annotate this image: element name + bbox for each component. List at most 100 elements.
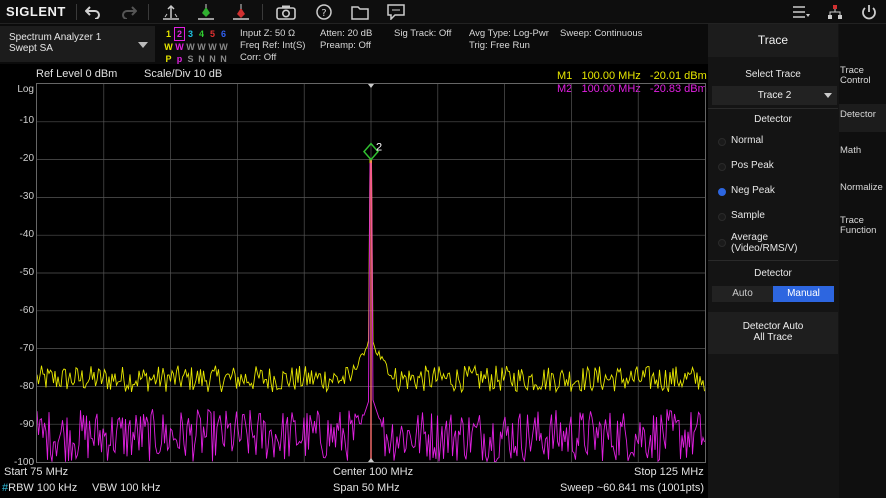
side-tabs: Trace Control Detector Math Normalize Tr… [839,24,886,498]
menu-icon[interactable] [790,2,812,22]
sweep-settings[interactable]: Sweep: Continuous [560,28,642,40]
trace-detector-1: P [165,54,172,64]
toolbar-separator [76,4,77,20]
tab-math[interactable]: Math [839,146,886,156]
input-impedance: Input Z: 50 Ω [240,28,296,39]
mode-subname: Swept SA [9,43,53,54]
y-tick-label: -20 [19,153,34,164]
center-freq[interactable]: Center 100 MHz [333,466,413,478]
detector-pos-peak[interactable]: Pos Peak [708,157,838,179]
button-line1: Detector Auto [742,321,804,332]
trace-type-2: W [175,42,184,52]
panel-title: Trace [708,24,838,57]
mode-selector[interactable]: Spectrum Analyzer 1 Swept SA [0,26,155,62]
trace-type-5: W [208,42,217,52]
atten-settings[interactable]: Atten: 20 dB Preamp: Off [320,28,372,52]
y-tick-label: -50 [19,267,34,278]
spectrum-svg: 2 [37,84,705,462]
chevron-down-icon [824,93,832,98]
trace-number-row: 123456 [163,27,229,41]
center-bottom-indicator [368,458,374,462]
trace-type-4: W [197,42,206,52]
trace-number-5: 5 [209,29,215,39]
attenuation: Atten: 20 dB [320,28,373,39]
toolbar: SIGLENT ? [0,0,886,24]
y-tick-label: -60 [19,305,34,316]
divider [708,260,838,261]
trace-detector-3: S [187,54,194,64]
detector-sample[interactable]: Sample [708,207,838,229]
spectrum-display[interactable]: 2 [36,83,706,463]
radio-icon [718,213,726,221]
marker-icon[interactable] [195,2,217,22]
sig-track-settings[interactable]: Sig Track: Off [394,28,451,40]
toolbar-separator [148,4,149,20]
detector-normal[interactable]: Normal [708,132,838,154]
span[interactable]: Span 50 MHz [333,482,400,494]
status-info-bar: Spectrum Analyzer 1 Swept SA 123456 WWWW… [0,24,708,64]
trace-number-1: 1 [165,29,171,39]
select-trace-value: Trace 2 [757,90,792,101]
y-tick-label: -80 [19,381,34,392]
detector-mode-label: Detector [754,268,792,279]
trace-number-2: 2 [174,27,185,41]
trace-detector-6: N [220,54,227,64]
sig-track: Sig Track: Off [394,28,452,39]
radio-label: Average (Video/RMS/V) [731,232,798,254]
trace-type-row: WWWWWW [163,41,229,53]
marker-to-icon[interactable] [230,2,252,22]
y-tick-label: -70 [19,343,34,354]
folder-icon[interactable] [349,2,371,22]
y-tick-label: -90 [19,419,34,430]
redo-icon[interactable] [118,2,140,22]
trace-detector-5: N [209,54,216,64]
y-tick-label: -40 [19,229,34,240]
peak-search-icon[interactable] [160,2,182,22]
undo-icon[interactable] [82,2,104,22]
trace-detector-4: N [198,54,205,64]
svg-text:?: ? [321,8,326,19]
divider [708,108,838,109]
trace-number-6: 6 [220,29,226,39]
radio-icon [718,239,726,247]
tab-normalize[interactable]: Normalize [839,183,886,193]
detector-auto-button[interactable]: Auto [712,286,773,302]
rbw[interactable]: #RBW 100 kHz [2,482,77,494]
power-icon[interactable] [858,2,880,22]
radio-label: Sample [731,210,765,221]
detector-manual-button[interactable]: Manual [773,286,834,302]
trace-type-3: W [186,42,195,52]
avg-trig-settings[interactable]: Avg Type: Log-Pwr Trig: Free Run [469,28,549,52]
sweep-mode: Sweep: Continuous [560,28,643,39]
trace-type-1: W [164,42,173,52]
trace-number-3: 3 [187,29,193,39]
tab-trace-control[interactable]: Trace Control [839,66,886,86]
scale-div[interactable]: Scale/Div 10 dB [144,68,222,80]
radio-icon [718,163,726,171]
message-icon[interactable] [385,2,407,22]
ref-level[interactable]: Ref Level 0 dBm [36,68,117,80]
preamp: Preamp: Off [320,40,372,51]
vbw[interactable]: VBW 100 kHz [92,482,160,494]
sweep-time[interactable]: Sweep ~60.841 ms (1001pts) [560,482,704,494]
avg-type: Avg Type: Log-Pwr [469,28,549,39]
stop-freq[interactable]: Stop 125 MHz [634,466,704,478]
detector-neg-peak[interactable]: Neg Peak [708,182,838,204]
detector-auto-all-button[interactable]: Detector Auto All Trace [708,312,838,354]
input-settings[interactable]: Input Z: 50 Ω Freq Ref: Int(S) Corr: Off [240,28,305,64]
button-line2: All Trace [753,332,793,343]
trace-detector-row: PpSNNN [163,53,229,65]
trace-detector-2: p [176,54,183,64]
marker-number-label: 2 [376,142,382,154]
detector-average[interactable]: Average (Video/RMS/V) [708,229,838,257]
help-icon[interactable]: ? [313,2,335,22]
y-tick-label: -30 [19,191,34,202]
network-icon[interactable] [824,2,846,22]
marker1-readout: M1 100.00 MHz -20.01 dBm [557,70,707,82]
tab-trace-function[interactable]: Trace Function [839,216,886,236]
screenshot-icon[interactable] [275,2,297,22]
start-freq[interactable]: Start 75 MHz [4,466,68,478]
trace-status-grid[interactable]: 123456 WWWWWW PpSNNN [163,27,229,65]
select-trace-dropdown[interactable]: Trace 2 [712,86,837,105]
tab-detector[interactable]: Detector [839,104,886,132]
